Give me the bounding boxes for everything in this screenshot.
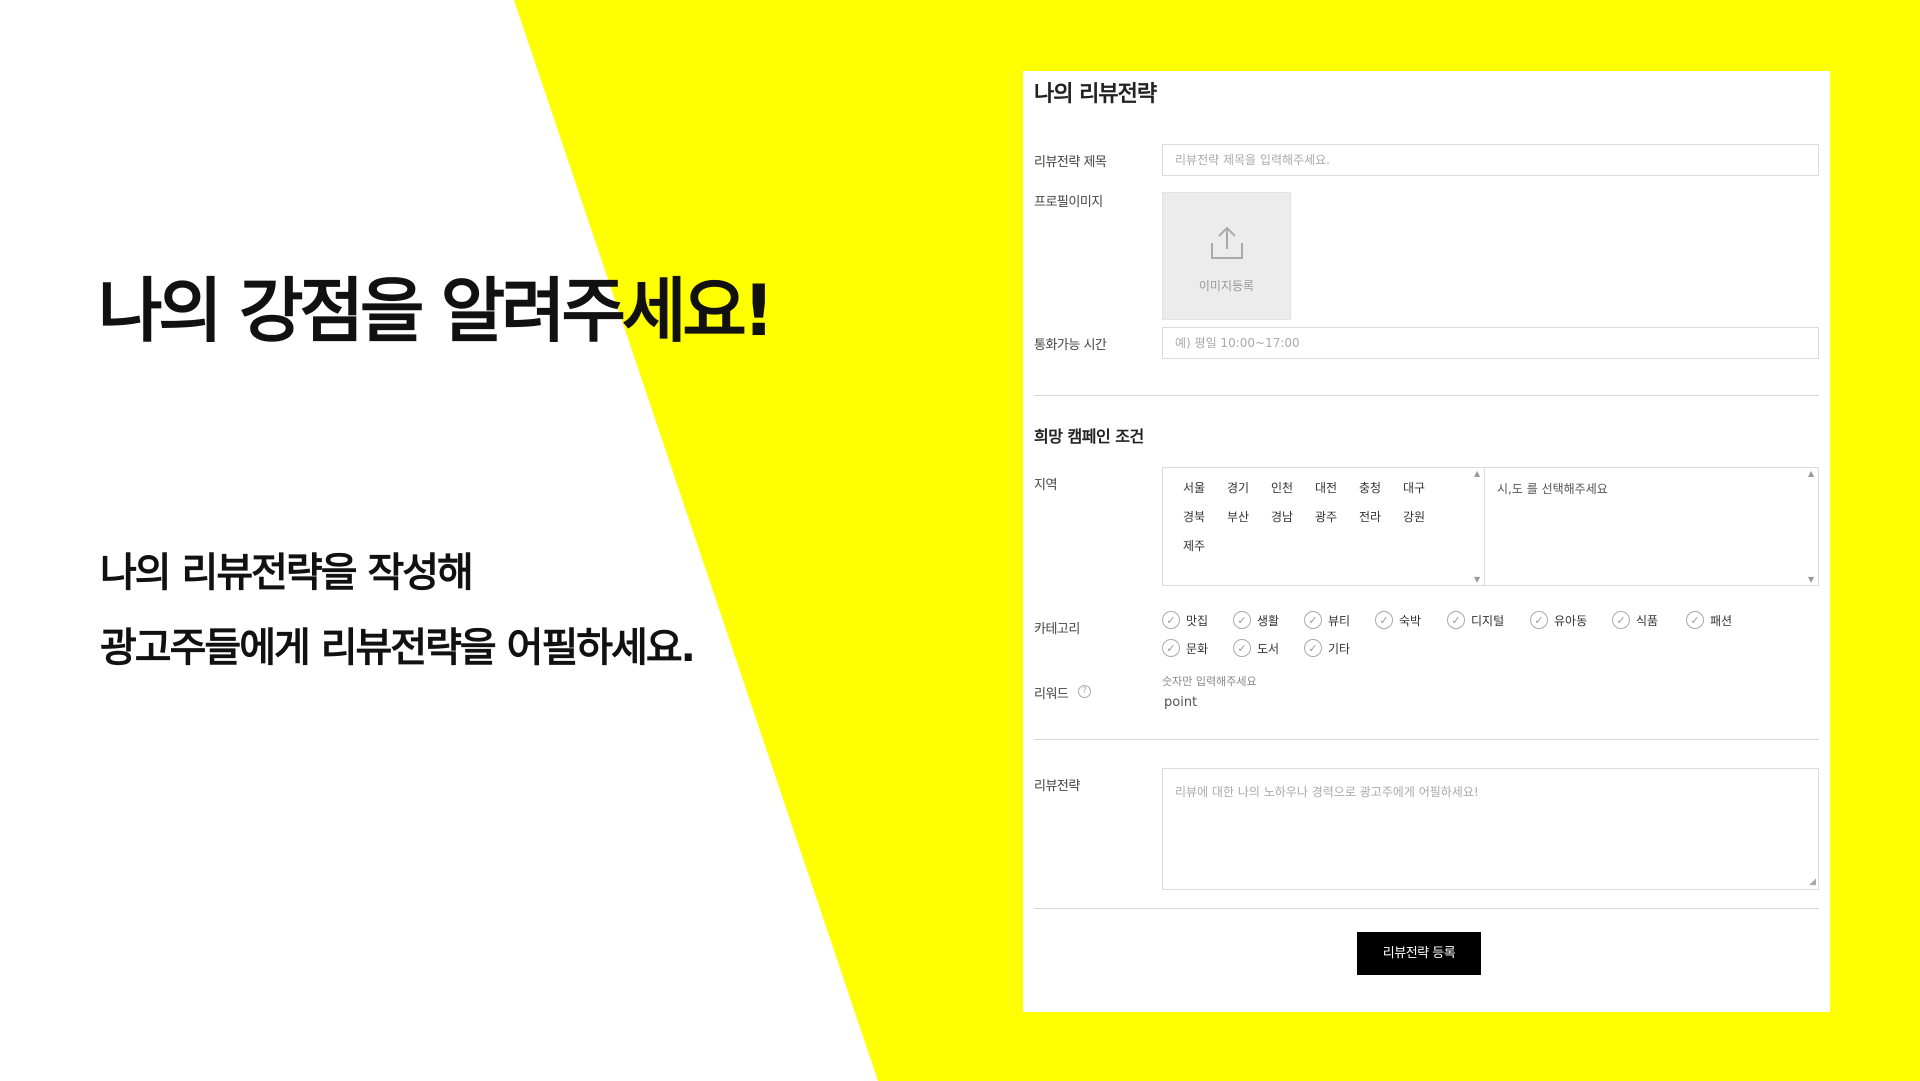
region-list-box[interactable]: 서울 경기 인천 대전 충청 대구 경북 부산 경남 광주 전라 강원 제주 ▲… [1162, 467, 1485, 586]
check-circle-icon: ✓ [1447, 611, 1465, 629]
check-circle-icon: ✓ [1612, 611, 1630, 629]
check-circle-icon: ✓ [1304, 611, 1322, 629]
check-circle-icon: ✓ [1233, 611, 1251, 629]
region-option[interactable]: 대구 [1403, 480, 1447, 496]
check-circle-icon: ✓ [1162, 611, 1180, 629]
campaign-section-title: 희망 캠페인 조건 [1034, 427, 1144, 446]
scroll-up-icon[interactable]: ▲ [1808, 469, 1814, 478]
category-option-숙박[interactable]: ✓ 숙박 [1375, 609, 1421, 631]
resize-handle-icon[interactable]: ◢ [1809, 877, 1816, 887]
section-divider [1034, 395, 1819, 396]
region-option[interactable]: 강원 [1403, 509, 1447, 525]
form-title: 나의 리뷰전략 [1034, 82, 1157, 107]
region-option[interactable]: 충청 [1359, 480, 1403, 496]
scroll-down-icon[interactable]: ▼ [1808, 575, 1814, 584]
hero-subtext-line2: 광고주들에게 리뷰전략을 어필하세요. [100, 625, 696, 671]
region-label: 지역 [1034, 478, 1057, 493]
section-divider [1034, 908, 1819, 909]
category-option-맛집[interactable]: ✓ 맛집 [1162, 609, 1208, 631]
region-option[interactable]: 제주 [1183, 538, 1227, 554]
category-option-식품[interactable]: ✓ 식품 [1612, 609, 1658, 631]
category-option-도서[interactable]: ✓ 도서 [1233, 637, 1279, 659]
strategy-textarea[interactable]: 리뷰에 대한 나의 노하우나 경력으로 광고주에게 어필하세요! ◢ [1162, 768, 1819, 890]
category-option-생활[interactable]: ✓ 생활 [1233, 609, 1279, 631]
region-option[interactable]: 대전 [1315, 480, 1359, 496]
category-label: 카테고리 [1034, 622, 1080, 637]
region-option[interactable]: 경남 [1271, 509, 1315, 525]
region-option[interactable]: 서울 [1183, 480, 1227, 496]
category-option-디지털[interactable]: ✓ 디지털 [1447, 609, 1504, 631]
region-scrollbar[interactable]: ▲ ▼ [1473, 468, 1484, 585]
reward-label: 리워드 [1034, 687, 1069, 702]
region-selected-scrollbar[interactable]: ▲ ▼ [1807, 468, 1818, 585]
region-option[interactable]: 경북 [1183, 509, 1227, 525]
image-upload-button[interactable]: 이미지등록 [1162, 192, 1291, 320]
check-circle-icon: ✓ [1162, 639, 1180, 657]
question-circle-icon[interactable]: ? [1078, 685, 1091, 698]
strategy-title-label: 리뷰전략 제목 [1034, 155, 1107, 170]
region-option[interactable]: 인천 [1271, 480, 1315, 496]
submit-button[interactable]: 리뷰전략 등록 [1357, 932, 1481, 975]
category-option-문화[interactable]: ✓ 문화 [1162, 637, 1208, 659]
check-circle-icon: ✓ [1686, 611, 1704, 629]
category-option-유아동[interactable]: ✓ 유아동 [1530, 609, 1587, 631]
call-time-input[interactable]: 예) 평일 10:00~17:00 [1162, 327, 1819, 359]
scroll-down-icon[interactable]: ▼ [1474, 575, 1480, 584]
strategy-label: 리뷰전략 [1034, 779, 1080, 794]
region-selected-placeholder: 시,도 를 선택해주세요 [1497, 482, 1608, 496]
upload-label: 이미지등록 [1198, 279, 1255, 293]
review-strategy-form: 나의 리뷰전략 리뷰전략 제목 리뷰전략 제목을 입력해주세요. 프로필이미지 … [1023, 71, 1830, 1012]
hero-subtext-line1: 나의 리뷰전략을 작성해 [100, 550, 474, 596]
check-circle-icon: ✓ [1304, 639, 1322, 657]
scroll-up-icon[interactable]: ▲ [1474, 469, 1480, 478]
reward-hint: 숫자만 입력해주세요 [1162, 675, 1257, 688]
region-selected-box[interactable]: 시,도 를 선택해주세요 ▲ ▼ [1485, 467, 1819, 586]
category-option-기타[interactable]: ✓ 기타 [1304, 637, 1350, 659]
category-option-뷰티[interactable]: ✓ 뷰티 [1304, 609, 1350, 631]
region-option[interactable]: 경기 [1227, 480, 1271, 496]
check-circle-icon: ✓ [1530, 611, 1548, 629]
region-option[interactable]: 전라 [1359, 509, 1403, 525]
profile-image-label: 프로필이미지 [1034, 195, 1103, 210]
strategy-placeholder: 리뷰에 대한 나의 노하우나 경력으로 광고주에게 어필하세요! [1175, 785, 1479, 799]
category-option-패션[interactable]: ✓ 패션 [1686, 609, 1732, 631]
region-option[interactable]: 광주 [1315, 509, 1359, 525]
upload-icon [1211, 226, 1243, 259]
section-divider [1034, 739, 1819, 740]
strategy-title-input[interactable]: 리뷰전략 제목을 입력해주세요. [1162, 144, 1819, 176]
check-circle-icon: ✓ [1233, 639, 1251, 657]
region-option[interactable]: 부산 [1227, 509, 1271, 525]
reward-input[interactable]: point [1164, 695, 1197, 710]
check-circle-icon: ✓ [1375, 611, 1393, 629]
hero-headline: 나의 강점을 알려주세요! [98, 270, 775, 352]
call-time-label: 통화가능 시간 [1034, 338, 1107, 353]
